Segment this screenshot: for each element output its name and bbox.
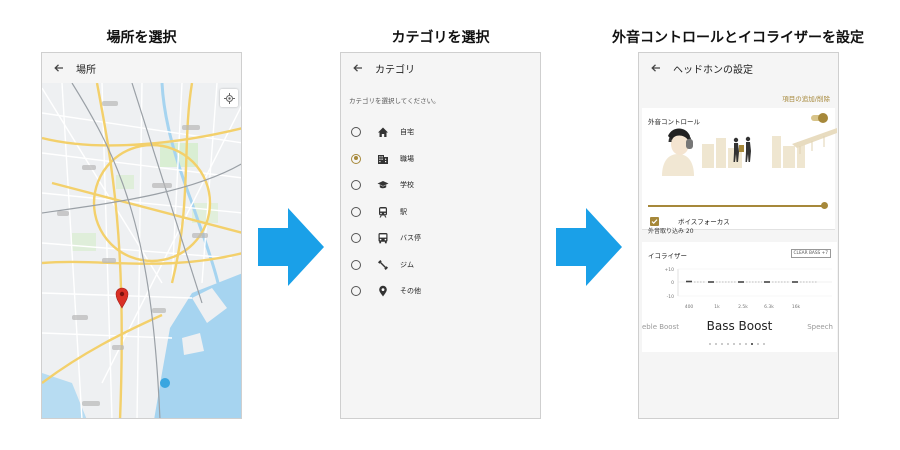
- radio-button[interactable]: [351, 206, 361, 217]
- back-arrow-icon[interactable]: [649, 61, 663, 75]
- equalizer-graph[interactable]: +10 0 -10 400 1k 2.5k 6.3k 16k: [642, 262, 837, 312]
- voice-focus-checkbox[interactable]: [650, 216, 659, 226]
- preset-next[interactable]: Speech: [807, 323, 833, 331]
- radio-button[interactable]: [351, 286, 361, 297]
- radio-button-selected[interactable]: [351, 153, 361, 164]
- voice-focus-label: ボイスフォーカス: [678, 218, 730, 226]
- eq-band-label: 1k: [714, 304, 720, 310]
- category-item-station[interactable]: 駅: [341, 199, 540, 226]
- category-label: その他: [400, 287, 421, 296]
- radio-button[interactable]: [351, 259, 361, 270]
- ambient-illustration-icon: [662, 128, 837, 176]
- school-cap-icon: [376, 178, 390, 192]
- train-icon: [376, 205, 390, 219]
- page-dot: [727, 343, 729, 345]
- app-title: ヘッドホンの設定: [673, 64, 753, 76]
- map-pin-icon[interactable]: [115, 287, 129, 309]
- page-dot: [715, 343, 717, 345]
- eq-tick-label: +10: [665, 267, 675, 273]
- category-item-office[interactable]: 職場: [341, 146, 540, 173]
- radio-button[interactable]: [351, 180, 361, 191]
- page-dot: [739, 343, 741, 345]
- category-label: ジム: [400, 260, 414, 269]
- clear-bass-button[interactable]: CLEAR BASS +7: [790, 249, 831, 258]
- back-arrow-icon[interactable]: [351, 61, 365, 75]
- flow-arrow-icon: [556, 208, 622, 286]
- ambient-sound-toggle[interactable]: [811, 112, 828, 123]
- ambient-sound-card: 外音コントロール 外音取り込み 20: [642, 108, 837, 235]
- app-bar: 場所: [42, 53, 241, 83]
- equalizer-card: イコライザー CLEAR BASS +7 +10 0 -10 400 1k 2.…: [642, 242, 837, 352]
- eq-tick-label: -10: [667, 294, 674, 300]
- add-remove-items-link[interactable]: 項目の追加/削除: [639, 83, 838, 105]
- map-view[interactable]: [42, 83, 241, 418]
- equalizer-preset-carousel[interactable]: eble Boost Bass Boost Speech: [642, 318, 837, 338]
- ambient-level-label: 外音取り込み 20: [648, 228, 694, 235]
- office-building-icon: [376, 152, 390, 166]
- category-item-other[interactable]: その他: [341, 278, 540, 305]
- dumbbell-icon: [376, 258, 390, 272]
- app-title: 場所: [76, 64, 96, 76]
- category-item-school[interactable]: 学校: [341, 172, 540, 199]
- phone-screen-place: 場所: [41, 52, 242, 419]
- back-arrow-icon[interactable]: [52, 61, 66, 75]
- category-hint-text: カテゴリを選択してください。: [349, 97, 440, 105]
- my-location-button[interactable]: [220, 89, 238, 107]
- radio-button[interactable]: [351, 233, 361, 244]
- eq-band-label: 2.5k: [738, 304, 748, 310]
- place-pin-icon: [376, 284, 390, 298]
- page-dot: [721, 343, 723, 345]
- category-item-gym[interactable]: ジム: [341, 252, 540, 279]
- voice-focus-row[interactable]: ボイスフォーカス: [650, 216, 730, 226]
- page-dot: [709, 343, 711, 345]
- radio-button[interactable]: [351, 127, 361, 138]
- phone-screen-category: カテゴリ カテゴリを選択してください。 自宅 職場 学校 駅 バス停 ジム その…: [340, 52, 541, 419]
- eq-tick-label: 0: [671, 280, 674, 286]
- phone-screen-headphone-settings: ヘッドホンの設定 項目の追加/削除 外音コントロール 外音取り込み 20 ボイス…: [638, 52, 839, 419]
- app-bar: ヘッドホンの設定: [639, 53, 838, 83]
- category-item-home[interactable]: 自宅: [341, 119, 540, 146]
- flow-arrow-icon: [258, 208, 324, 286]
- equalizer-title: イコライザー: [648, 252, 687, 260]
- category-label: 自宅: [400, 128, 414, 137]
- page-dot-active: [751, 343, 753, 345]
- page-dot: [733, 343, 735, 345]
- app-title: カテゴリ: [375, 64, 415, 76]
- eq-band-label: 6.3k: [764, 304, 774, 310]
- check-icon: [651, 218, 658, 224]
- eq-band-label: 400: [685, 304, 694, 310]
- step-title-category: カテゴリを選択: [391, 30, 490, 46]
- category-item-bus-stop[interactable]: バス停: [341, 225, 540, 252]
- category-label: 駅: [400, 207, 407, 216]
- preset-page-indicator: [709, 343, 765, 345]
- app-bar: カテゴリ: [341, 53, 540, 83]
- category-label: 職場: [400, 154, 414, 163]
- bus-icon: [376, 231, 390, 245]
- step-title-headphone-settings: 外音コントロールとイコライザーを設定: [612, 30, 864, 46]
- category-label: 学校: [400, 181, 414, 190]
- crosshair-icon: [223, 92, 235, 104]
- category-label: バス停: [400, 234, 421, 243]
- home-icon: [376, 125, 390, 139]
- eq-band-label: 16k: [792, 304, 801, 310]
- page-dot: [757, 343, 759, 345]
- step-title-place: 場所を選択: [106, 30, 177, 46]
- page-dot: [745, 343, 747, 345]
- page-dot: [763, 343, 765, 345]
- ambient-level-slider[interactable]: [648, 202, 828, 209]
